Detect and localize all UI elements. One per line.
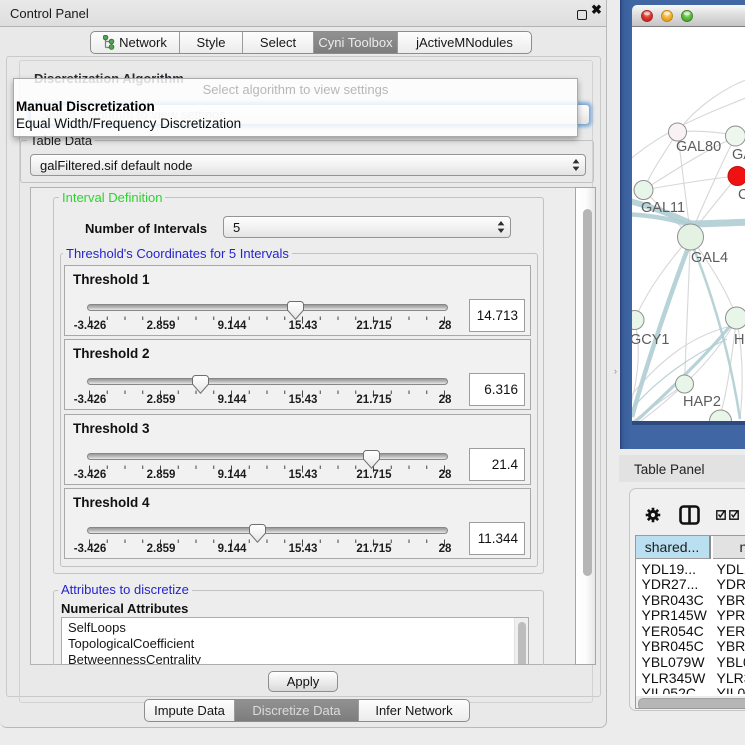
svg-text:H: H [734, 332, 744, 348]
svg-text:GA: GA [732, 147, 745, 163]
svg-text:GCY1: GCY1 [632, 332, 670, 348]
svg-text:GAL11: GAL11 [641, 200, 685, 216]
svg-text:GAL4: GAL4 [691, 250, 728, 266]
svg-text:HAP2: HAP2 [683, 394, 721, 410]
svg-text:C: C [738, 187, 745, 203]
svg-text:GAL80: GAL80 [676, 139, 721, 155]
